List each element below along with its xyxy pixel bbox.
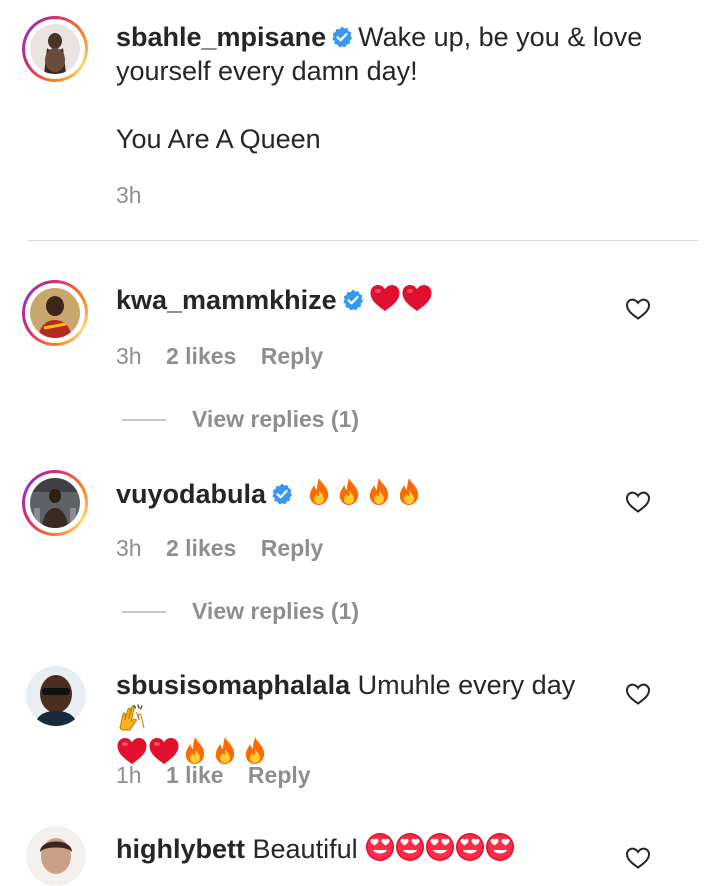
verified-badge-icon [341, 288, 365, 312]
profile-photo [26, 826, 86, 886]
comment-username[interactable]: sbusisomaphalala [116, 670, 350, 700]
like-heart-icon[interactable] [625, 846, 651, 870]
comment-text: sbusisomaphalala Umuhle every day [116, 668, 606, 770]
comment-username[interactable]: kwa_mammkhize [116, 285, 337, 315]
caption-timestamp: 3h [116, 182, 142, 208]
avatar[interactable] [22, 280, 88, 346]
reply-button[interactable]: Reply [261, 535, 324, 561]
emoji-heart-eyes [395, 834, 425, 864]
like-heart-icon[interactable] [625, 682, 651, 706]
view-replies-button[interactable]: View replies (1) [192, 598, 359, 625]
likes-count[interactable]: 1 like [166, 762, 224, 788]
verified-badge-icon [270, 482, 294, 506]
comment-text: kwa_mammkhize [116, 283, 433, 317]
emoji-heart-eyes [365, 834, 395, 864]
emoji-fire [304, 479, 334, 509]
view-replies-button[interactable]: View replies (1) [192, 406, 359, 433]
profile-photo [30, 478, 80, 528]
comment-username[interactable]: highlybett [116, 834, 245, 864]
comment-timestamp: 3h [116, 343, 142, 369]
reply-button[interactable]: Reply [261, 343, 324, 369]
emoji-raising-hands [116, 704, 148, 734]
comment-text: vuyodabula [116, 477, 424, 511]
comment-username[interactable]: vuyodabula [116, 479, 266, 509]
avatar[interactable] [26, 826, 86, 886]
comment-meta: 3h 2 likes Reply [116, 343, 323, 370]
caption-divider [28, 240, 698, 241]
profile-photo [26, 666, 86, 726]
profile-photo [30, 288, 80, 338]
likes-count[interactable]: 2 likes [166, 343, 236, 369]
like-heart-icon[interactable] [625, 490, 651, 514]
comment-text: highlybett Beautiful [116, 832, 515, 866]
like-heart-icon[interactable] [625, 297, 651, 321]
comment-body: Umuhle every day [357, 670, 576, 700]
avatar[interactable] [22, 16, 88, 82]
emoji-heart-eyes [485, 834, 515, 864]
view-replies-line [122, 419, 166, 421]
emoji-heart-eyes [455, 834, 485, 864]
caption-text: sbahle_mpisane Wake up, be you & love you… [116, 20, 706, 88]
comment-timestamp: 3h [116, 535, 142, 561]
comment-timestamp: 1h [116, 762, 142, 788]
caption-line-2: yourself every damn day! [116, 56, 418, 86]
emoji-heart-eyes [425, 834, 455, 864]
emoji-fire [334, 479, 364, 509]
caption-username[interactable]: sbahle_mpisane [116, 22, 326, 52]
caption-line-3: You Are A Queen [116, 124, 321, 154]
caption-line-1: Wake up, be you & love [358, 22, 643, 52]
view-replies-line [122, 611, 166, 613]
profile-photo [30, 24, 80, 74]
reply-button[interactable]: Reply [248, 762, 311, 788]
comment-meta: 3h 2 likes Reply [116, 535, 323, 562]
likes-count[interactable]: 2 likes [166, 535, 236, 561]
emoji-fire [394, 479, 424, 509]
comment-meta: 1h 1 like Reply [116, 762, 311, 789]
emoji-fire [364, 479, 394, 509]
emoji-red-heart [369, 285, 401, 315]
verified-badge-icon [330, 25, 354, 49]
emoji-red-heart [401, 285, 433, 315]
avatar[interactable] [22, 470, 88, 536]
avatar[interactable] [26, 666, 86, 726]
comment-body: Beautiful [252, 834, 358, 864]
